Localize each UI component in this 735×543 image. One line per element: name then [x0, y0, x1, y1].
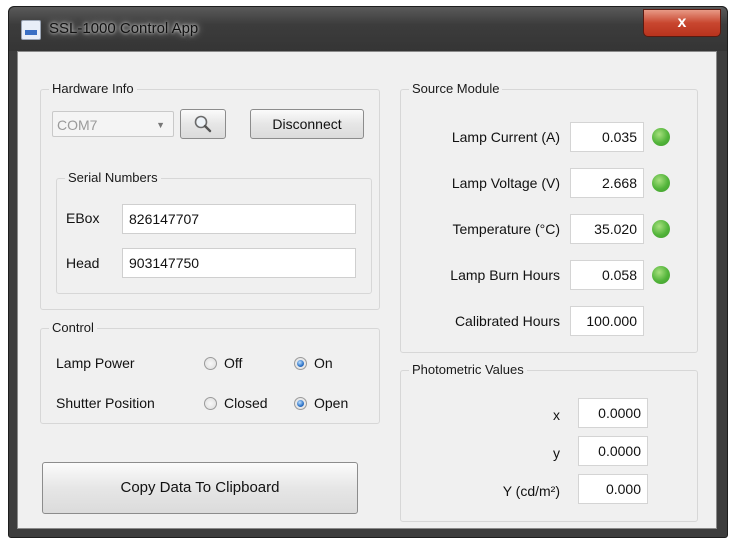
shutter-closed-label[interactable]: Closed [224, 395, 268, 411]
shutter-open-label[interactable]: Open [314, 395, 348, 411]
lamp-power-off-radio[interactable] [204, 357, 217, 370]
chevron-down-icon: ▼ [156, 120, 165, 130]
lamp-burn-hours-status-led [652, 266, 670, 284]
lamp-voltage-status-led [652, 174, 670, 192]
luminance-value: 0.000 [578, 474, 648, 504]
com-port-value: COM7 [57, 117, 98, 133]
head-serial-field[interactable]: 903147750 [122, 248, 356, 278]
calibrated-hours-value: 100.000 [570, 306, 644, 336]
lamp-power-off-label[interactable]: Off [224, 355, 242, 371]
disconnect-button[interactable]: Disconnect [250, 109, 364, 139]
shutter-open-radio[interactable] [294, 397, 307, 410]
client-area: Hardware Info COM7 ▼ Disconnect Serial N… [17, 51, 717, 529]
serial-numbers-title: Serial Numbers [65, 170, 161, 185]
shutter-position-label: Shutter Position [56, 395, 155, 411]
ebox-label: EBox [66, 210, 100, 226]
app-icon [21, 20, 41, 40]
calibrated-hours-label: Calibrated Hours [454, 313, 560, 329]
lamp-power-label: Lamp Power [56, 355, 135, 371]
hardware-info-title: Hardware Info [49, 81, 137, 96]
app-window: SSL-1000 Control App x Hardware Info COM… [8, 6, 728, 538]
control-title: Control [49, 320, 97, 335]
ebox-serial-field[interactable]: 826147707 [122, 204, 356, 234]
shutter-closed-radio[interactable] [204, 397, 217, 410]
x-value: 0.0000 [578, 398, 648, 428]
search-icon [194, 115, 212, 133]
source-module-title: Source Module [409, 81, 503, 96]
luminance-label: Y (cd/m²) [502, 483, 560, 499]
y-value: 0.0000 [578, 436, 648, 466]
lamp-burn-hours-label: Lamp Burn Hours [450, 267, 560, 283]
title-bar[interactable]: SSL-1000 Control App x [9, 7, 727, 51]
lamp-current-label: Lamp Current (A) [451, 129, 560, 145]
temperature-value: 35.020 [570, 214, 644, 244]
lamp-voltage-label: Lamp Voltage (V) [451, 175, 560, 191]
close-icon: x [677, 14, 687, 31]
temperature-status-led [652, 220, 670, 238]
lamp-voltage-value: 2.668 [570, 168, 644, 198]
lamp-current-status-led [652, 128, 670, 146]
temperature-label: Temperature (°C) [452, 221, 560, 237]
search-port-button[interactable] [180, 109, 226, 139]
lamp-power-on-radio[interactable] [294, 357, 307, 370]
lamp-power-on-label[interactable]: On [314, 355, 333, 371]
copy-to-clipboard-button[interactable]: Copy Data To Clipboard [42, 462, 358, 514]
com-port-dropdown[interactable]: COM7 ▼ [52, 111, 174, 137]
photometric-values-title: Photometric Values [409, 362, 527, 377]
lamp-current-value: 0.035 [570, 122, 644, 152]
head-label: Head [66, 255, 100, 271]
window-title: SSL-1000 Control App [49, 20, 199, 37]
x-label: x [553, 407, 560, 423]
close-button[interactable]: x [643, 9, 721, 37]
lamp-burn-hours-value: 0.058 [570, 260, 644, 290]
y-label: y [553, 445, 560, 461]
